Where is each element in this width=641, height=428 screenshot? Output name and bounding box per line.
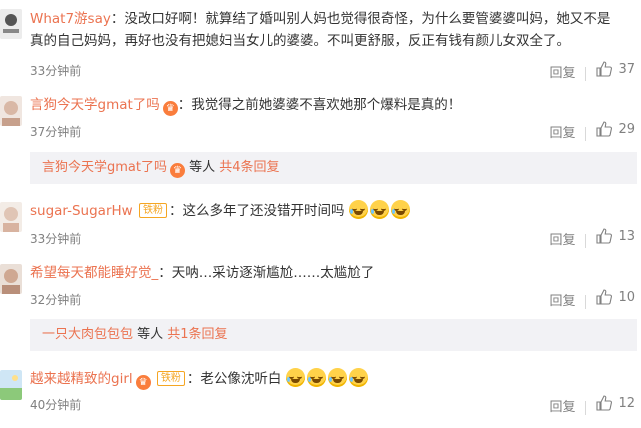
comment-actions: 回复 37 [549, 61, 635, 81]
divider [585, 294, 587, 309]
comment-body: ：我觉得之前她婆婆不喜欢她那个爆料是真的！ [177, 97, 462, 113]
laugh-cry-emoji [390, 200, 410, 219]
laugh-cry-emoji [348, 200, 368, 219]
like-button[interactable]: 29 [596, 121, 635, 137]
vip-icon: ♛ [135, 375, 151, 390]
reply-button[interactable]: 回复 [549, 400, 575, 415]
comment-text: sugar-SugarHw 铁粉 ：这么多年了还没错开时间吗 [30, 200, 633, 222]
subreply-summary[interactable]: 一只大肉包包包 等人 共1条回复 [30, 319, 637, 351]
comment-body-cont: 真的自己妈妈，再好也没有把媳妇当女儿的婆婆。不叫更舒服，反正有钱有颜儿女双全了。 [30, 33, 570, 49]
comment-time: 40分钟前 [30, 398, 82, 412]
like-button[interactable]: 10 [596, 289, 635, 305]
subreply-mid: 等人 [184, 160, 220, 175]
comment-time: 33分钟前 [30, 64, 82, 78]
comment-username[interactable]: 越来越精致的girl [30, 371, 133, 387]
like-count: 10 [618, 289, 635, 305]
like-button[interactable]: 12 [596, 395, 635, 411]
laugh-cry-emoji [348, 368, 368, 387]
avatar[interactable] [0, 202, 22, 232]
thumb-up-icon [596, 289, 613, 305]
subreply-mid: 等人 [133, 327, 168, 342]
comment-text: 言狗今天学gmat了吗 ♛ ：我觉得之前她婆婆不喜欢她那个爆料是真的！ [30, 94, 633, 116]
comment-actions: 回复 13 [549, 228, 635, 248]
vip-icon: ♛ [162, 101, 178, 116]
comment-time: 32分钟前 [30, 293, 82, 307]
comment-body: ：这么多年了还没错开时间吗 [169, 203, 345, 219]
comment-body: ：没改口好啊！就算结了婚叫别人妈也觉得很奇怪，为什么要管婆婆叫妈，她又不是 [110, 11, 611, 27]
laugh-cry-emoji [285, 368, 305, 387]
subreply-username[interactable]: 一只大肉包包包 [42, 327, 133, 342]
comment-time: 33分钟前 [30, 232, 82, 246]
divider [585, 400, 587, 415]
avatar[interactable] [0, 264, 22, 294]
comment-username[interactable]: 言狗今天学gmat了吗 [30, 97, 160, 113]
comment-time: 37分钟前 [30, 125, 82, 139]
divider [585, 126, 587, 141]
avatar[interactable] [0, 96, 22, 126]
comment-body: ：老公像沈听白 [186, 371, 282, 387]
comment-username[interactable]: 希望每天都能睡好觉_ [30, 265, 158, 281]
like-count: 29 [618, 121, 635, 137]
subreply-summary[interactable]: 言狗今天学gmat了吗 ♛ 等人 共4条回复 [30, 152, 637, 184]
comment-username[interactable]: sugar-SugarHw [30, 203, 133, 219]
like-count: 13 [618, 228, 635, 244]
like-count: 12 [618, 395, 635, 411]
vip-icon: ♛ [169, 163, 185, 178]
reply-button[interactable]: 回复 [549, 233, 575, 248]
reply-button[interactable]: 回复 [549, 66, 575, 81]
comment-username[interactable]: What7游say [30, 11, 111, 27]
view-replies-link[interactable]: 共1条回复 [167, 327, 227, 342]
divider [585, 66, 587, 81]
fan-badge: 铁粉 [139, 203, 167, 218]
like-button[interactable]: 13 [596, 228, 635, 244]
thumb-up-icon [596, 228, 613, 244]
avatar[interactable] [0, 370, 22, 400]
reply-button[interactable]: 回复 [549, 126, 575, 141]
laugh-cry-emoji [306, 368, 326, 387]
comment-text: 希望每天都能睡好觉_：天呐…采访逐渐尴尬……太尴尬了 [30, 262, 633, 284]
divider [585, 233, 587, 248]
comment-actions: 回复 29 [549, 121, 635, 141]
thumb-up-icon [596, 121, 613, 137]
reply-button[interactable]: 回复 [549, 294, 575, 309]
laugh-cry-emoji [369, 200, 389, 219]
view-replies-link[interactable]: 共4条回复 [219, 160, 279, 175]
like-count: 37 [618, 61, 635, 77]
subreply-username[interactable]: 言狗今天学gmat了吗 [42, 160, 167, 175]
comment-text: 越来越精致的girl ♛ 铁粉 ：老公像沈听白 [30, 368, 633, 390]
like-button[interactable]: 37 [596, 61, 635, 77]
comment-actions: 回复 10 [549, 289, 635, 309]
comment-body: ：天呐…采访逐渐尴尬……太尴尬了 [158, 265, 375, 281]
comment-text: What7游say：没改口好啊！就算结了婚叫别人妈也觉得很奇怪，为什么要管婆婆叫… [30, 8, 633, 52]
comment-actions: 回复 12 [549, 395, 635, 415]
thumb-up-icon [596, 395, 613, 411]
fan-badge: 铁粉 [156, 371, 185, 386]
avatar[interactable] [0, 9, 22, 39]
thumb-up-icon [596, 61, 613, 77]
laugh-cry-emoji [327, 368, 347, 387]
